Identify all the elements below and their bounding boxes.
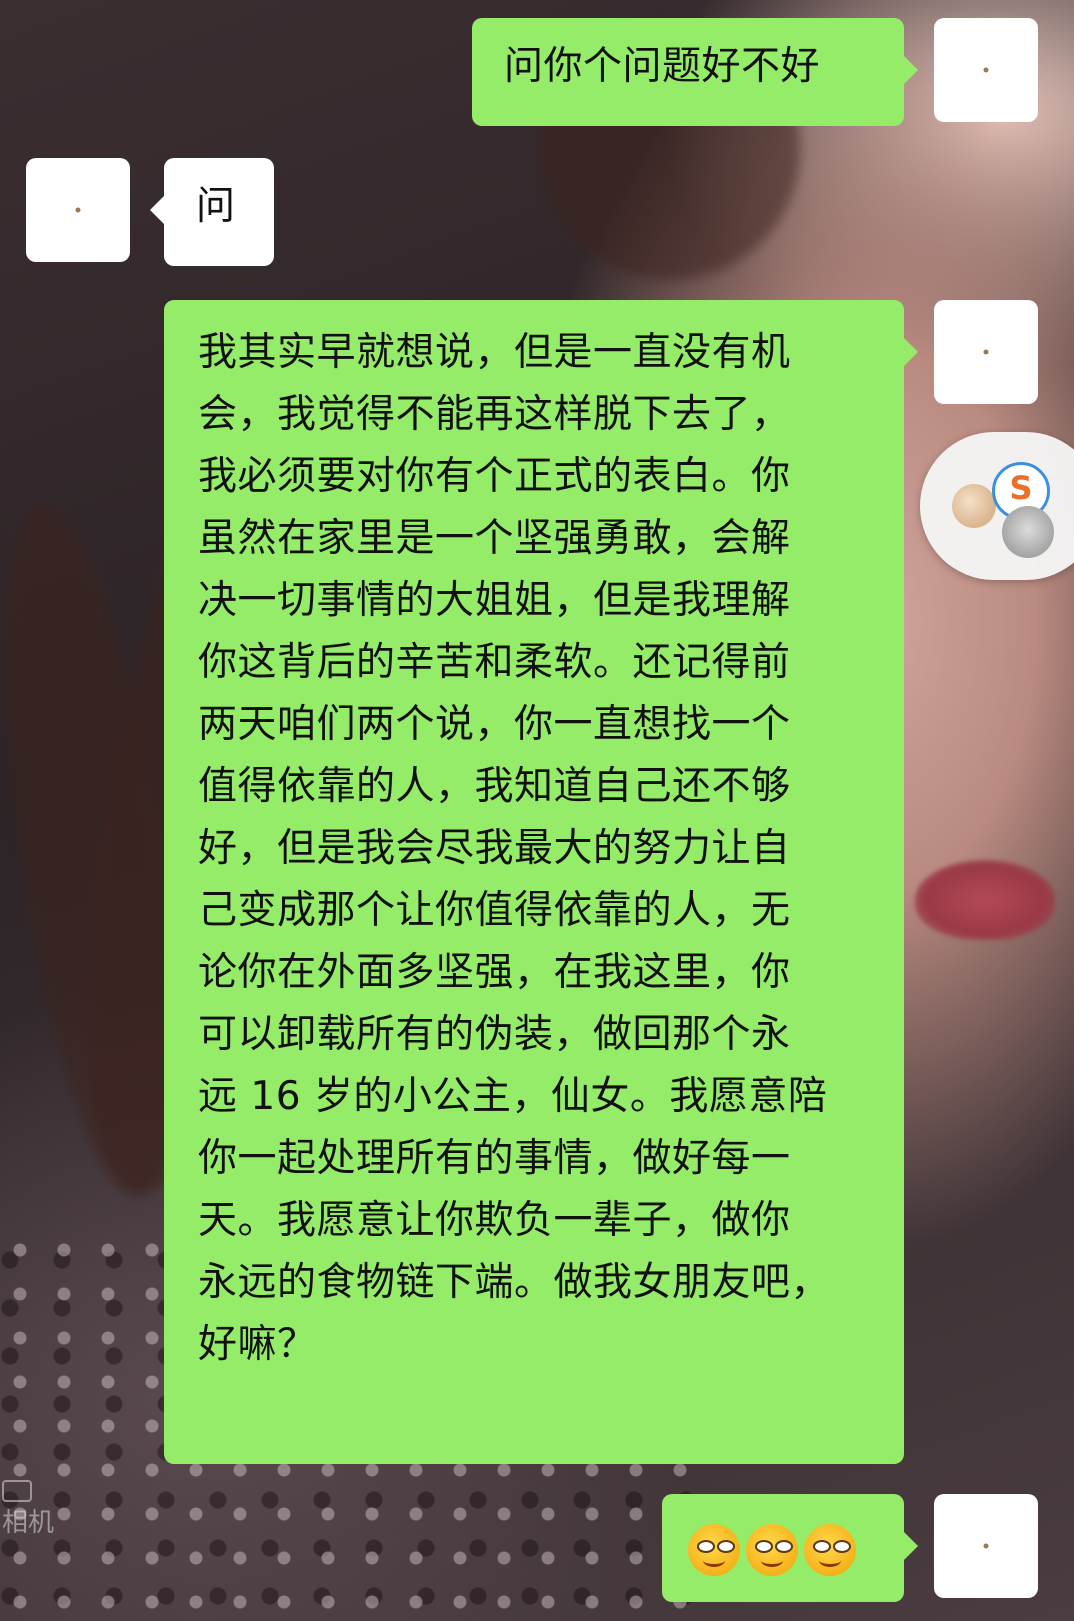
message-text: 我其实早就想说，但是一直没有机 会，我觉得不能再这样脱下去了， 我必须要对你有个…: [198, 330, 831, 1367]
robot-avatar-icon: [1002, 506, 1054, 558]
avatar-image: [983, 1543, 989, 1549]
avatar[interactable]: [934, 300, 1038, 404]
smirk-emoji-icon: [688, 1523, 740, 1576]
message-text: 问: [196, 184, 236, 229]
avatar[interactable]: [934, 1494, 1038, 1598]
message-bubble[interactable]: [662, 1494, 918, 1602]
avatar[interactable]: [934, 18, 1038, 122]
camera-watermark-label: 相机: [2, 1508, 55, 1538]
message-bubble[interactable]: 问你个问题好不好: [472, 18, 918, 126]
camera-icon: [2, 1480, 32, 1502]
cartoon-avatar-icon: [952, 484, 996, 528]
smirk-emoji-icon: [804, 1523, 856, 1576]
avatar-image: [75, 207, 81, 213]
background-lips: [915, 860, 1055, 940]
message-text: 问你个问题好不好: [504, 44, 821, 89]
avatar-image: [983, 349, 989, 355]
message-bubble[interactable]: 问: [150, 158, 274, 266]
camera-watermark: 相机: [2, 1480, 54, 1539]
message-bubble[interactable]: 我其实早就想说，但是一直没有机 会，我觉得不能再这样脱下去了， 我必须要对你有个…: [164, 300, 918, 1464]
smirk-emoji-icon: [746, 1523, 798, 1576]
floating-widget[interactable]: [920, 432, 1074, 580]
avatar[interactable]: [26, 158, 130, 262]
avatar-image: [983, 67, 989, 73]
